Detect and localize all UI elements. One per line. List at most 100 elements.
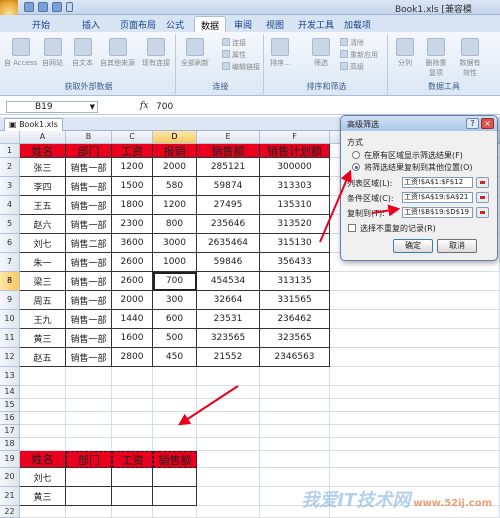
- grid-cell[interactable]: [112, 425, 153, 438]
- table-header-cell[interactable]: 工资: [112, 144, 153, 158]
- table-cell[interactable]: 刘七: [20, 234, 66, 253]
- table-cell[interactable]: 323565: [260, 329, 330, 348]
- table-cell[interactable]: 2300: [112, 215, 153, 234]
- from-text-button[interactable]: 自文本: [72, 38, 93, 68]
- grid-cell[interactable]: [66, 386, 112, 399]
- help-icon[interactable]: ?: [466, 118, 479, 129]
- criteria-cell[interactable]: [66, 487, 112, 506]
- grid-cell[interactable]: [66, 412, 112, 425]
- table-cell[interactable]: 销售一部: [66, 310, 112, 329]
- row-header-21[interactable]: 21: [0, 487, 20, 506]
- table-cell[interactable]: 张三: [20, 158, 66, 177]
- table-cell[interactable]: 285121: [197, 158, 260, 177]
- table-cell[interactable]: 27495: [197, 196, 260, 215]
- criteria-range-input[interactable]: 工资!$A$19:$A$21: [402, 192, 473, 203]
- table-cell[interactable]: 销售一部: [66, 348, 112, 367]
- range-picker-icon[interactable]: [476, 207, 489, 218]
- grid-cell[interactable]: [197, 487, 260, 506]
- table-cell[interactable]: 21552: [197, 348, 260, 367]
- grid-cell[interactable]: [330, 272, 500, 291]
- table-cell[interactable]: 700: [153, 272, 197, 291]
- table-cell[interactable]: 800: [153, 215, 197, 234]
- grid-cell[interactable]: [20, 438, 66, 451]
- row-header-14[interactable]: 14: [0, 386, 20, 399]
- refresh-all-button[interactable]: 全部刷新: [181, 38, 209, 68]
- advanced-filter-button[interactable]: 高级: [340, 62, 364, 73]
- grid-cell[interactable]: [20, 399, 66, 412]
- column-header-E[interactable]: E: [197, 131, 260, 144]
- grid-cell[interactable]: [330, 425, 500, 438]
- table-cell[interactable]: 销售二部: [66, 234, 112, 253]
- grid-cell[interactable]: [112, 412, 153, 425]
- table-cell[interactable]: 1600: [112, 329, 153, 348]
- criteria-cell[interactable]: [153, 487, 197, 506]
- grid-cell[interactable]: [330, 310, 500, 329]
- row-header-4[interactable]: 4: [0, 196, 20, 215]
- grid-cell[interactable]: [153, 367, 197, 386]
- grid-cell[interactable]: [20, 412, 66, 425]
- table-cell[interactable]: 赵六: [20, 215, 66, 234]
- table-cell[interactable]: 梁三: [20, 272, 66, 291]
- table-cell[interactable]: 1200: [153, 196, 197, 215]
- table-cell[interactable]: 450: [153, 348, 197, 367]
- grid-cell[interactable]: [153, 506, 197, 518]
- row-header-5[interactable]: 5: [0, 215, 20, 234]
- table-cell[interactable]: 2600: [112, 253, 153, 272]
- table-cell[interactable]: 1200: [112, 158, 153, 177]
- grid-cell[interactable]: [112, 506, 153, 518]
- row-header-1[interactable]: 1: [0, 144, 20, 158]
- table-cell[interactable]: 300000: [260, 158, 330, 177]
- table-cell[interactable]: 1000: [153, 253, 197, 272]
- table-header-cell[interactable]: 报销: [153, 144, 197, 158]
- criteria-header-cell[interactable]: 姓名: [20, 451, 66, 468]
- save-icon[interactable]: [24, 2, 34, 12]
- table-cell[interactable]: 2600: [112, 272, 153, 291]
- table-cell[interactable]: 59846: [197, 253, 260, 272]
- table-cell[interactable]: 300: [153, 291, 197, 310]
- cancel-button[interactable]: 取消: [437, 239, 477, 253]
- grid-cell[interactable]: [153, 412, 197, 425]
- row-header-3[interactable]: 3: [0, 177, 20, 196]
- data-validation-button[interactable]: 数据有效性: [458, 38, 482, 78]
- grid-cell[interactable]: [197, 506, 260, 518]
- copy-to-input[interactable]: 工资!$B$19:$D$19: [402, 207, 473, 218]
- grid-cell[interactable]: [260, 425, 330, 438]
- tab-review[interactable]: 审阅: [228, 16, 258, 32]
- table-cell[interactable]: 2000: [112, 291, 153, 310]
- table-header-cell[interactable]: 销售额: [197, 144, 260, 158]
- criteria-cell[interactable]: [112, 468, 153, 487]
- table-cell[interactable]: 朱一: [20, 253, 66, 272]
- text-to-columns-button[interactable]: 分列: [396, 38, 414, 68]
- grid-cell[interactable]: [66, 367, 112, 386]
- row-header-22[interactable]: 22: [0, 506, 20, 518]
- redo-icon[interactable]: [52, 2, 62, 12]
- tab-addins[interactable]: 加载项: [338, 16, 377, 32]
- grid-cell[interactable]: [112, 386, 153, 399]
- from-access-button[interactable]: 自 Access: [4, 38, 37, 68]
- row-header-11[interactable]: 11: [0, 329, 20, 348]
- fx-icon[interactable]: fx: [140, 101, 148, 111]
- table-cell[interactable]: 580: [153, 177, 197, 196]
- grid-cell[interactable]: [330, 329, 500, 348]
- list-range-input[interactable]: 工资!$A$1:$F$12: [402, 177, 473, 188]
- grid-cell[interactable]: [260, 451, 330, 468]
- row-header-10[interactable]: 10: [0, 310, 20, 329]
- grid-cell[interactable]: [153, 438, 197, 451]
- table-cell[interactable]: 331565: [260, 291, 330, 310]
- formula-value[interactable]: 700: [156, 102, 173, 112]
- table-cell[interactable]: 销售一部: [66, 177, 112, 196]
- existing-connections-button[interactable]: 现有连接: [142, 38, 170, 68]
- grid-cell[interactable]: [20, 386, 66, 399]
- undo-icon[interactable]: [38, 2, 48, 12]
- grid-cell[interactable]: [112, 399, 153, 412]
- grid-cell[interactable]: [20, 367, 66, 386]
- table-cell[interactable]: 销售一部: [66, 329, 112, 348]
- grid-cell[interactable]: [197, 412, 260, 425]
- filter-button[interactable]: 筛选: [312, 38, 330, 68]
- table-cell[interactable]: 323565: [197, 329, 260, 348]
- column-header-B[interactable]: B: [66, 131, 112, 144]
- row-header-20[interactable]: 20: [0, 468, 20, 487]
- table-cell[interactable]: 销售一部: [66, 215, 112, 234]
- name-box[interactable]: B19 ▼: [6, 101, 98, 113]
- grid-cell[interactable]: [197, 399, 260, 412]
